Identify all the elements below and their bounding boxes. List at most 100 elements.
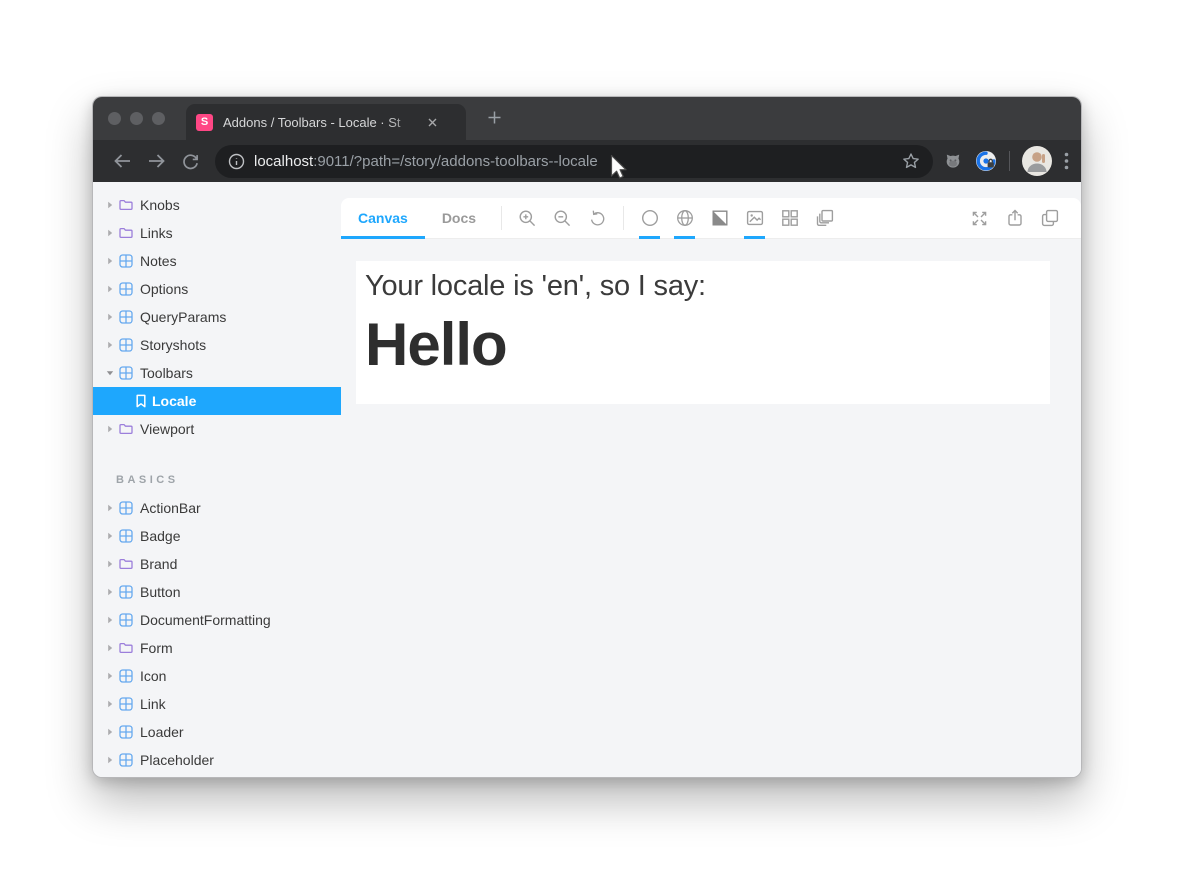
expander-closed[interactable]: [106, 201, 119, 209]
component-icon: [119, 254, 133, 268]
url-bar[interactable]: localhost:9011/?path=/story/addons-toolb…: [215, 145, 933, 178]
tab-canvas[interactable]: Canvas: [341, 198, 425, 238]
chevron-right-icon: [106, 425, 114, 433]
sidebar-item-knobs[interactable]: Knobs: [93, 191, 341, 219]
tab-close-icon[interactable]: [427, 117, 438, 128]
sidebar-item-toolbars[interactable]: Toolbars: [93, 359, 341, 387]
tab-title-fade: [387, 115, 421, 130]
story-preview: Your locale is 'en', so I say: Hello: [356, 261, 1050, 404]
folder-type-icon: [119, 558, 140, 570]
browser-extensions: [943, 146, 1069, 176]
minimize-window-button[interactable]: [130, 112, 143, 125]
browser-tab[interactable]: S Addons / Toolbars - Locale · St: [186, 104, 466, 140]
tab-docs[interactable]: Docs: [425, 198, 493, 238]
component-icon: [119, 282, 133, 296]
expander-closed[interactable]: [106, 285, 119, 293]
expander-closed[interactable]: [106, 756, 119, 764]
chevron-right-icon: [106, 201, 114, 209]
locale-globe-button[interactable]: [667, 198, 702, 238]
component-type-icon: [119, 282, 140, 296]
expander-closed[interactable]: [106, 504, 119, 512]
sidebar-item-documentformatting[interactable]: DocumentFormatting: [93, 606, 341, 634]
page-info-icon[interactable]: [228, 153, 245, 170]
expander-closed[interactable]: [106, 257, 119, 265]
chevron-right-icon: [106, 532, 114, 540]
grid-toggle-button[interactable]: [772, 198, 807, 238]
privacy-extension-icon[interactable]: [975, 150, 997, 172]
contrast-theme-button[interactable]: [702, 198, 737, 238]
expander-closed[interactable]: [106, 560, 119, 568]
toolbar-divider: [1009, 151, 1010, 171]
sidebar-item-brand[interactable]: Brand: [93, 550, 341, 578]
chevron-right-icon: [106, 313, 114, 321]
photo-mode-button[interactable]: [737, 198, 772, 238]
sidebar-item-label: Placeholder: [140, 752, 214, 768]
background-toggle-button[interactable]: [632, 198, 667, 238]
expander-closed[interactable]: [106, 313, 119, 321]
profile-avatar[interactable]: [1022, 146, 1052, 176]
sidebar-item-storyshots[interactable]: Storyshots: [93, 331, 341, 359]
sidebar-section-header: BASICS: [93, 466, 341, 494]
sidebar-item-label: Icon: [140, 668, 166, 684]
component-type-icon: [119, 613, 140, 627]
zoom-reset-button[interactable]: [580, 198, 615, 238]
expander-closed[interactable]: [106, 700, 119, 708]
sidebar-item-placeholder[interactable]: Placeholder: [93, 746, 341, 774]
zoom-out-button[interactable]: [545, 198, 580, 238]
chevron-down-icon: [106, 369, 114, 377]
sidebar-item-loader[interactable]: Loader: [93, 718, 341, 746]
expander-closed[interactable]: [106, 644, 119, 652]
component-type-icon: [119, 529, 140, 543]
sidebar-item-label: DocumentFormatting: [140, 612, 271, 628]
close-window-button[interactable]: [108, 112, 121, 125]
sidebar-item-label: Storyshots: [140, 337, 206, 353]
canvas-toolbar: Canvas Docs: [341, 198, 1081, 239]
bookmark-star-icon[interactable]: [902, 152, 920, 170]
copy-link-button[interactable]: [1032, 198, 1067, 238]
expander-closed[interactable]: [106, 672, 119, 680]
expander-closed[interactable]: [106, 532, 119, 540]
chevron-right-icon: [106, 341, 114, 349]
expander-closed[interactable]: [106, 588, 119, 596]
browser-menu-icon[interactable]: [1064, 152, 1069, 170]
expander-closed[interactable]: [106, 616, 119, 624]
sidebar-item-viewport[interactable]: Viewport: [93, 415, 341, 443]
sidebar-item-label: ActionBar: [140, 500, 201, 516]
sidebar-item-locale[interactable]: Locale: [93, 387, 341, 415]
sidebar-item-label: QueryParams: [140, 309, 226, 325]
component-icon: [119, 529, 133, 543]
back-button[interactable]: [105, 153, 139, 169]
forward-button[interactable]: [139, 153, 173, 169]
new-tab-button[interactable]: [487, 110, 502, 125]
expander-open[interactable]: [106, 369, 119, 377]
expander-closed[interactable]: [106, 229, 119, 237]
sidebar-item-queryparams[interactable]: QueryParams: [93, 303, 341, 331]
component-type-icon: [119, 725, 140, 739]
sidebar-item-links[interactable]: Links: [93, 219, 341, 247]
sidebar-item-form[interactable]: Form: [93, 634, 341, 662]
zoom-window-button[interactable]: [152, 112, 165, 125]
sidebar-item-options[interactable]: Options: [93, 275, 341, 303]
open-external-button[interactable]: [997, 198, 1032, 238]
sidebar-item-label: Button: [140, 584, 180, 600]
sidebar-item-button[interactable]: Button: [93, 578, 341, 606]
chevron-right-icon: [106, 560, 114, 568]
component-type-icon: [119, 669, 140, 683]
sidebar-item-label: Notes: [140, 253, 177, 269]
sidebar-item-icon[interactable]: Icon: [93, 662, 341, 690]
stacked-panels-button[interactable]: [807, 198, 842, 238]
expander-closed[interactable]: [106, 341, 119, 349]
sidebar-item-notes[interactable]: Notes: [93, 247, 341, 275]
fullscreen-button[interactable]: [962, 198, 997, 238]
folder-type-icon: [119, 199, 140, 211]
expander-closed[interactable]: [106, 425, 119, 433]
expander-closed[interactable]: [106, 728, 119, 736]
sidebar-item-link[interactable]: Link: [93, 690, 341, 718]
sidebar-tree: KnobsLinks Notes Options QueryParams Storysh…: [93, 191, 341, 443]
refresh-button[interactable]: [173, 153, 207, 170]
github-extension-icon[interactable]: [943, 151, 963, 171]
sidebar-item-actionbar[interactable]: ActionBar: [93, 494, 341, 522]
sidebar-item-badge[interactable]: Badge: [93, 522, 341, 550]
bookmark-icon: [135, 394, 147, 408]
zoom-in-button[interactable]: [510, 198, 545, 238]
